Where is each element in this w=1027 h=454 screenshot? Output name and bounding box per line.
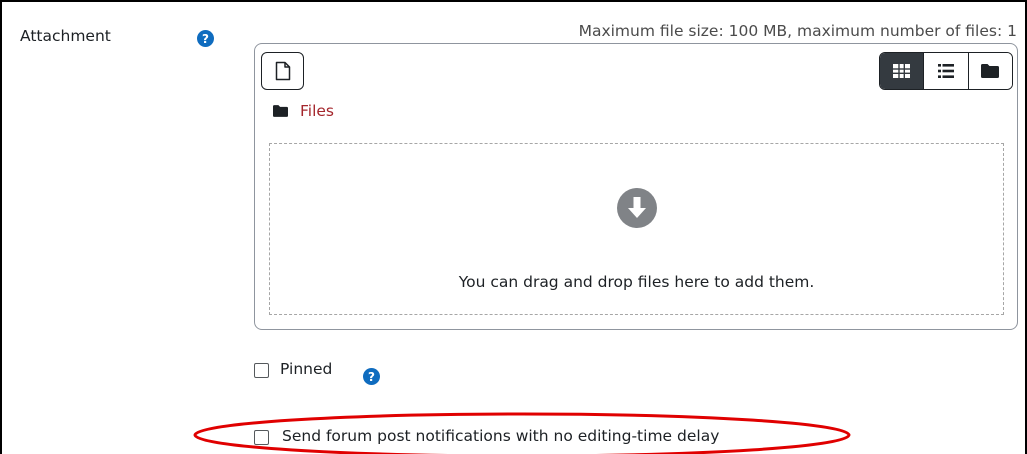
folder-icon xyxy=(981,64,1000,78)
drop-zone[interactable]: You can drag and drop files here to add … xyxy=(269,143,1004,315)
pinned-checkbox[interactable] xyxy=(254,363,269,378)
pinned-label[interactable]: Pinned xyxy=(280,360,332,378)
drop-instructions: You can drag and drop files here to add … xyxy=(458,273,815,291)
list-view-icon xyxy=(937,64,954,78)
grid-view-button[interactable] xyxy=(880,53,924,89)
file-icon xyxy=(275,61,290,81)
add-file-button[interactable] xyxy=(261,52,304,90)
view-toggle xyxy=(879,52,1013,90)
no-delay-checkbox[interactable] xyxy=(254,430,269,445)
files-link[interactable]: Files xyxy=(300,102,334,120)
list-view-button[interactable] xyxy=(923,53,968,89)
tree-view-button[interactable] xyxy=(967,53,1012,89)
no-delay-label[interactable]: Send forum post notifications with no ed… xyxy=(282,427,719,445)
arrow-down-circle-icon xyxy=(616,188,657,228)
grid-view-icon xyxy=(893,64,911,78)
attachment-label: Attachment xyxy=(20,27,111,45)
question-circle-icon[interactable]: ? xyxy=(363,368,380,385)
file-picker: Files You can drag and drop files here t… xyxy=(254,43,1018,330)
breadcrumb: Files xyxy=(273,102,334,120)
folder-icon xyxy=(273,105,288,117)
max-file-info: Maximum file size: 100 MB, maximum numbe… xyxy=(578,22,1017,40)
question-circle-icon[interactable]: ? xyxy=(197,30,214,47)
